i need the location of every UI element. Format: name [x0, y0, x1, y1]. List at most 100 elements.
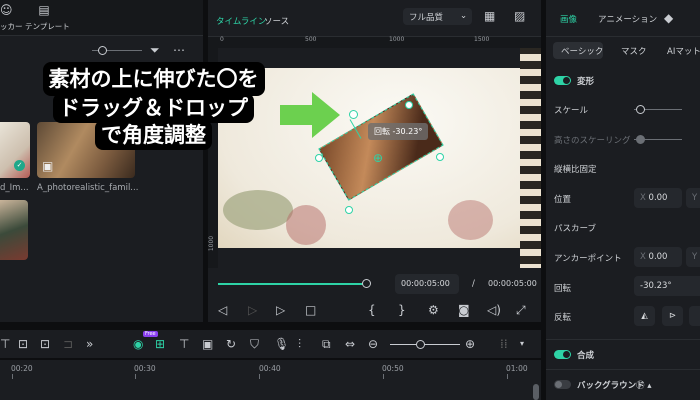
more-icon[interactable]: ⋯ — [173, 42, 185, 58]
time-tick: 01:00 — [506, 364, 528, 373]
zoom-in-icon[interactable]: ⊕ — [465, 336, 475, 352]
fit-icon[interactable]: ⇔ — [345, 336, 355, 352]
thumb-size-slider[interactable] — [92, 46, 142, 55]
detach-icon[interactable]: ⊐ — [63, 336, 73, 352]
background-heading[interactable]: バックグラウンド — [577, 379, 645, 391]
expand-icon[interactable]: » — [86, 336, 93, 352]
sticker-icon[interactable]: ☺ — [0, 2, 13, 18]
ruler-label: 0 — [220, 36, 224, 43]
image-edit-icon[interactable]: ▣ — [202, 336, 213, 352]
composite-heading[interactable]: 合成 — [577, 349, 594, 361]
fullscreen-icon[interactable]: ⤢ — [516, 302, 526, 318]
resize-handle[interactable] — [345, 206, 353, 214]
mic-icon[interactable]: 🎙︎ — [274, 336, 289, 352]
rotation-field[interactable]: -30.23° — [634, 276, 700, 296]
time-separator: / — [472, 279, 475, 289]
next-frame-icon[interactable]: ▷ — [248, 302, 257, 318]
portrait-icon[interactable]: ⊡ — [18, 336, 28, 352]
anchor-y-field[interactable]: Y — [686, 247, 700, 267]
color-icon[interactable]: ◆ — [664, 10, 673, 26]
position-x-field[interactable]: X 0.00 — [634, 188, 682, 208]
tool-template[interactable]: テンプレート — [25, 21, 70, 32]
transform-toggle[interactable] — [554, 76, 571, 85]
properties-panel: 画像 アニメーション ◆ ベーシック マスク AIマット 変形 スケール 高さの… — [546, 0, 700, 400]
resize-handle[interactable] — [405, 101, 413, 109]
subtab-ai-matte[interactable]: AIマット — [667, 45, 700, 57]
prev-frame-icon[interactable]: ◁ — [218, 302, 227, 318]
split-icon[interactable]: ⊞ — [155, 336, 165, 352]
timeline-ruler[interactable]: 00:20 00:30 00:40 00:50 01:00 — [0, 360, 541, 400]
mark-in-icon[interactable]: { — [368, 302, 376, 318]
play-icon[interactable]: ▷ — [276, 302, 285, 318]
callout-line: 素材の上に伸びた〇を — [42, 62, 265, 96]
time-tick: 00:30 — [134, 364, 156, 373]
center-anchor-icon[interactable]: ⊕ — [373, 150, 383, 166]
tab-source[interactable]: ソース — [264, 15, 289, 27]
current-time[interactable]: 00:00:05:00 — [395, 274, 459, 294]
subtab-mask[interactable]: マスク — [621, 45, 647, 57]
tab-animation[interactable]: アニメーション — [598, 13, 657, 25]
time-tick: 00:40 — [259, 364, 281, 373]
layout-icon[interactable]: ⁞⁞ — [500, 336, 508, 352]
aspect-lock-label: 縦横比固定 — [554, 165, 597, 175]
volume-icon[interactable]: ◁) — [487, 302, 501, 318]
snapshot-icon[interactable]: ◙ — [458, 302, 470, 318]
dropdown-icon[interactable]: ▾ — [520, 336, 524, 352]
smart-cut-icon[interactable]: ⊡ — [40, 336, 50, 352]
help-icon[interactable]: ⓘ ▴ — [636, 379, 651, 391]
scope-icon[interactable]: ▨ — [514, 8, 525, 24]
anchor-label: アンカーポイント — [554, 254, 622, 264]
filter-icon[interactable]: ⏷ — [150, 42, 160, 58]
preview-icon[interactable]: ⧉ — [322, 336, 331, 352]
position-y-field[interactable]: Y — [686, 188, 700, 208]
mask-icon[interactable]: ⛉ — [250, 336, 259, 352]
instruction-callout: 素材の上に伸びた〇を ドラッグ＆ドロップ で角度調整 — [31, 62, 276, 166]
flip-vertical-button[interactable]: ⊳ — [662, 306, 683, 326]
media-thumb-3[interactable] — [0, 200, 28, 260]
grid-icon[interactable]: ▦ — [484, 8, 495, 24]
composite-toggle[interactable] — [554, 350, 571, 359]
tab-image[interactable]: 画像 — [560, 13, 577, 25]
flip-more-button[interactable] — [689, 306, 700, 326]
text-icon[interactable]: ⊤ — [179, 336, 189, 352]
speed-icon[interactable]: ↻ — [226, 336, 236, 352]
scale-slider[interactable] — [634, 105, 682, 114]
time-tick: 00:50 — [382, 364, 404, 373]
background-toggle[interactable] — [554, 380, 571, 389]
rotate-handle[interactable] — [349, 110, 358, 119]
playhead-knob[interactable] — [362, 279, 371, 288]
template-icon[interactable]: ▤ — [36, 2, 52, 18]
tab-timeline[interactable]: タイムライン — [216, 15, 266, 27]
ruler-label: 1000 — [389, 36, 405, 43]
subtab-basic[interactable]: ベーシック — [553, 42, 603, 59]
stop-icon[interactable]: □ — [305, 302, 316, 318]
ai-text-icon[interactable]: ⊤ — [0, 336, 10, 352]
playback-progress[interactable] — [218, 283, 368, 285]
check-icon: ✓ — [14, 160, 25, 171]
anchor-x-field[interactable]: X 0.00 — [634, 247, 682, 267]
vertical-scrollbar[interactable] — [533, 384, 539, 400]
ai-copilot-icon[interactable]: ◉ — [133, 336, 143, 352]
mixer-icon[interactable]: ⫶ — [298, 336, 301, 352]
transform-heading[interactable]: 変形 — [577, 75, 594, 87]
mark-out-icon[interactable]: } — [398, 302, 406, 318]
media-name-2: A_photorealistic_famil... — [37, 183, 139, 193]
quality-dropdown[interactable]: フル品質 ⌄ — [403, 8, 472, 25]
ruler-label: 1500 — [474, 36, 490, 43]
zoom-out-icon[interactable]: ⊖ — [368, 336, 378, 352]
zoom-slider[interactable] — [390, 340, 460, 349]
scale-label: スケール — [554, 106, 589, 116]
height-scaling-slider — [634, 135, 682, 144]
tool-sticker[interactable]: ッカー — [0, 21, 23, 32]
media-name-1: d_Im... — [0, 183, 29, 193]
plum-decoration — [286, 205, 326, 245]
resize-handle[interactable] — [436, 153, 444, 161]
position-label: 位置 — [554, 195, 572, 205]
resize-handle[interactable] — [315, 154, 323, 162]
path-curve-label: パスカーブ — [554, 224, 596, 234]
chevron-down-icon: ⌄ — [460, 11, 468, 21]
settings-icon[interactable]: ⚙ — [428, 302, 439, 318]
height-scaling-label: 高さのスケーリング — [554, 136, 631, 146]
flip-horizontal-button[interactable]: ◭ — [634, 306, 655, 326]
arrow-right-icon — [280, 92, 340, 138]
